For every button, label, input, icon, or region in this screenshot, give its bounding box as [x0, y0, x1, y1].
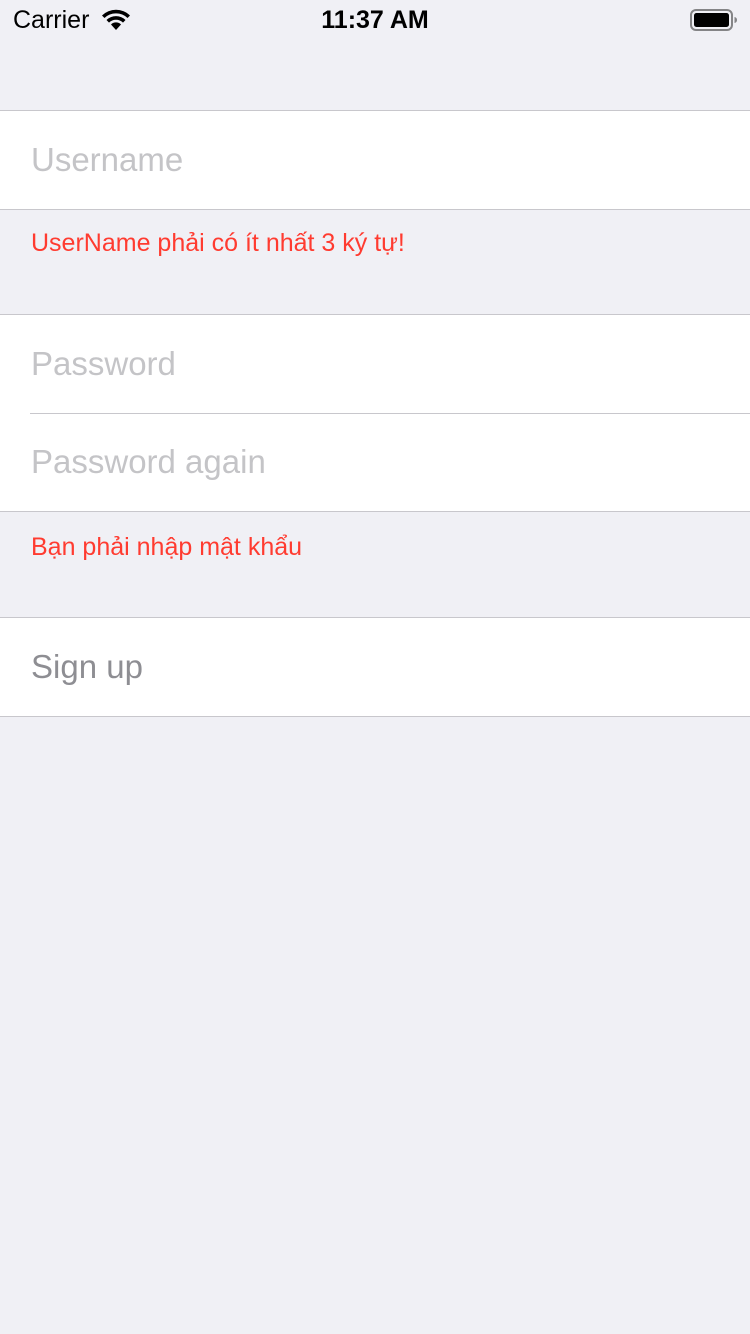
password-cell: [0, 315, 750, 413]
status-bar: Carrier 11:37 AM: [0, 0, 750, 40]
password-field[interactable]: [31, 345, 750, 383]
username-section: [0, 110, 750, 210]
signup-screen: Carrier 11:37 AM UserName phải có ít nhấ…: [0, 0, 750, 1334]
password-again-field[interactable]: [31, 443, 750, 481]
password-again-cell: [0, 413, 750, 511]
signup-button-label: Sign up: [31, 648, 143, 685]
password-section: [0, 314, 750, 512]
signup-section: Sign up: [0, 617, 750, 717]
battery-icon: [690, 9, 737, 31]
username-field[interactable]: [31, 141, 750, 179]
username-cell: [0, 111, 750, 209]
clock-time: 11:37 AM: [321, 6, 429, 34]
username-error-text: UserName phải có ít nhất 3 ký tự!: [31, 229, 405, 257]
signup-button[interactable]: Sign up: [0, 618, 750, 716]
password-error-text: Bạn phải nhập mật khẩu: [31, 533, 303, 561]
